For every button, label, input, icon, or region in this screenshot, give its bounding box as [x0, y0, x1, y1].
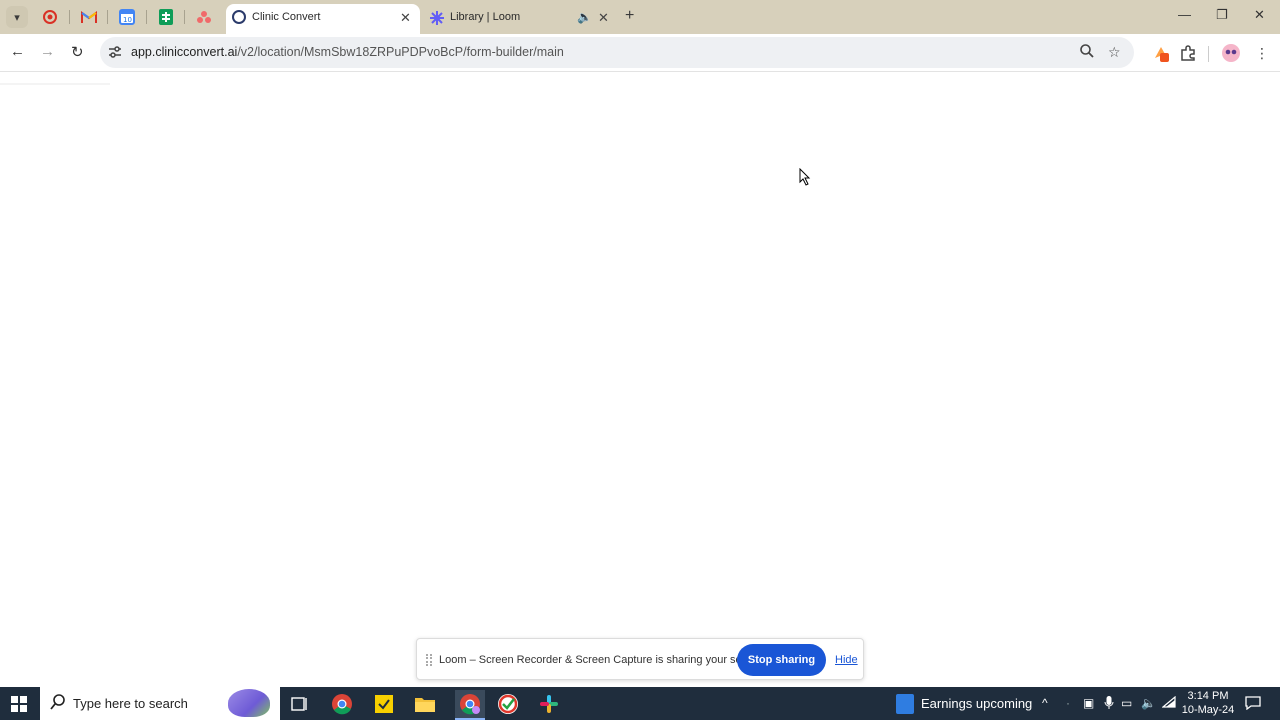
windows-start-icon[interactable]	[11, 696, 27, 712]
calendar-icon[interactable]: 10	[118, 8, 136, 26]
forward-icon[interactable]: →	[40, 43, 55, 60]
sheets-icon[interactable]	[157, 8, 175, 26]
site-settings-icon[interactable]	[108, 45, 122, 59]
chrome-icon[interactable]	[330, 692, 354, 716]
url-text: app.clinicconvert.ai/v2/location/MsmSbw1…	[131, 45, 564, 59]
tab-library-loom[interactable]: Library | Loom 🔈 ✕	[424, 4, 620, 34]
extensions-puzzle-icon[interactable]	[1179, 44, 1197, 62]
new-tab-icon[interactable]: +	[625, 7, 634, 25]
slack-icon[interactable]	[537, 692, 561, 716]
browser-toolbar: ← → ↻ app.clinicconvert.ai/v2/location/M…	[0, 34, 1280, 72]
tab-separator	[69, 10, 70, 24]
search-icon	[50, 694, 66, 714]
news-widget-icon[interactable]	[896, 694, 914, 714]
clock-time: 3:14 PM	[1187, 690, 1229, 702]
taskbar-search-box[interactable]: Type here to search	[40, 687, 280, 720]
back-icon[interactable]: ←	[10, 43, 25, 60]
tab-clinic-convert[interactable]: Clinic Convert ✕	[226, 4, 420, 34]
loom-sharing-bar: Loom – Screen Recorder & Screen Capture …	[416, 638, 864, 680]
tray-dot-icon: ·	[1066, 696, 1070, 710]
loom-extension-icon[interactable]	[1152, 44, 1170, 62]
tab-separator	[184, 10, 185, 24]
volume-icon[interactable]: 🔈	[1141, 696, 1156, 710]
bookmark-star-icon[interactable]: ☆	[1108, 44, 1121, 61]
reload-icon[interactable]: ↻	[71, 43, 84, 61]
tab-title: Library | Loom	[450, 11, 521, 23]
taskbar: Type here to search Earnings upcoming ^ …	[0, 687, 1280, 720]
minimize-icon[interactable]: —	[1178, 7, 1191, 22]
file-explorer-icon[interactable]	[413, 692, 437, 716]
search-placeholder: Type here to search	[73, 696, 188, 711]
close-tab-icon[interactable]: ✕	[400, 10, 411, 26]
chrome-profile-icon[interactable]	[455, 690, 485, 718]
speaker-icon[interactable]: 🔈	[577, 10, 592, 24]
search-highlight-image	[228, 689, 270, 717]
asana-icon[interactable]	[195, 8, 213, 26]
drag-handle-icon[interactable]	[426, 654, 432, 666]
record-icon[interactable]	[41, 8, 59, 26]
clock-date: 10-May-24	[1181, 704, 1235, 716]
battery-icon[interactable]: ▭	[1121, 696, 1132, 710]
svg-text:10: 10	[123, 16, 132, 24]
close-tab-icon[interactable]: ✕	[598, 10, 609, 26]
hide-link[interactable]: Hide	[835, 654, 858, 666]
page-content	[0, 73, 1280, 687]
meet-now-icon[interactable]: ▣	[1083, 696, 1094, 710]
news-widget-text[interactable]: Earnings upcoming	[921, 696, 1032, 711]
stop-sharing-button[interactable]: Stop sharing	[737, 644, 826, 676]
profile-avatar[interactable]	[1222, 44, 1240, 62]
task-view-icon[interactable]	[288, 692, 312, 716]
zoom-icon[interactable]	[1080, 44, 1094, 61]
tab-separator	[146, 10, 147, 24]
sticky-notes-icon[interactable]	[372, 692, 396, 716]
show-hidden-icons-icon[interactable]: ^	[1042, 696, 1048, 710]
loom-favicon-icon	[430, 11, 444, 25]
tab-search-chevron-icon[interactable]: ▾	[6, 6, 28, 28]
browser-menu-icon[interactable]: ⋮	[1253, 44, 1271, 62]
loading-placeholder	[0, 83, 110, 85]
clinic-convert-favicon-icon	[232, 10, 246, 24]
microphone-icon[interactable]	[1104, 696, 1114, 713]
wifi-icon[interactable]	[1161, 695, 1176, 711]
gmail-icon[interactable]	[80, 8, 98, 26]
toolbar-divider	[1208, 46, 1209, 62]
sharing-message: Loom – Screen Recorder & Screen Capture …	[439, 654, 767, 666]
restore-icon[interactable]: ❐	[1216, 7, 1228, 23]
notifications-icon[interactable]	[1245, 696, 1261, 713]
mouse-cursor-icon	[799, 168, 811, 186]
address-bar[interactable]: app.clinicconvert.ai/v2/location/MsmSbw1…	[100, 37, 1134, 68]
close-window-icon[interactable]: ✕	[1254, 7, 1265, 23]
tab-separator	[107, 10, 108, 24]
tab-strip: ▾ 10 Clinic Convert ✕ Library | Loom 🔈 ✕…	[0, 0, 1280, 34]
tab-title: Clinic Convert	[252, 11, 321, 23]
url-path: /v2/location/MsmSbw18ZRPuPDPvoBcP/form-b…	[237, 45, 564, 59]
system-clock[interactable]: 3:14 PM 10-May-24	[1180, 689, 1236, 717]
url-host: app.clinicconvert.ai	[131, 45, 238, 59]
ticktick-icon[interactable]	[496, 692, 520, 716]
